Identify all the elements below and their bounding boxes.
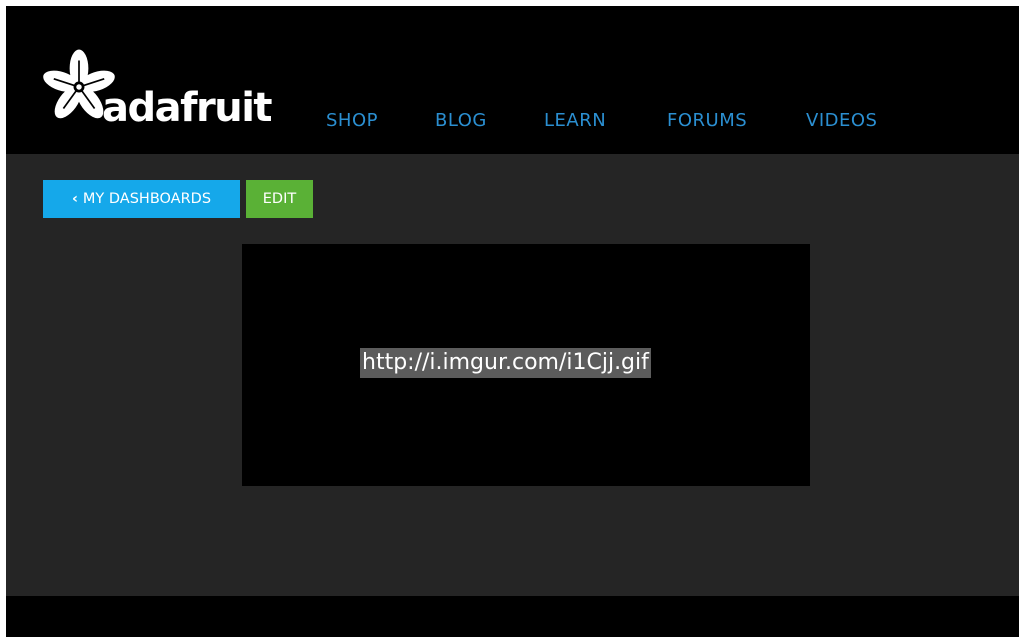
nav-blog[interactable]: BLOG: [435, 109, 487, 133]
dashboard-text-block[interactable]: http://i.imgur.com/i1Cjj.gif: [242, 244, 810, 486]
site-header: adafruit SHOP BLOG LEARN FORUMS VIDEOS: [6, 6, 1019, 154]
brand-wordmark: adafruit: [102, 85, 273, 131]
block-text: http://i.imgur.com/i1Cjj.gif: [360, 348, 651, 378]
chevron-left-icon: ‹: [71, 191, 78, 207]
nav-videos[interactable]: VIDEOS: [806, 109, 877, 133]
nav-shop[interactable]: SHOP: [326, 109, 378, 133]
edit-button[interactable]: EDIT: [246, 180, 313, 218]
adafruit-logo[interactable]: adafruit: [40, 48, 280, 138]
my-dashboards-button[interactable]: ‹ MY DASHBOARDS: [43, 180, 240, 218]
edit-label: EDIT: [262, 191, 297, 207]
page-footer: [6, 596, 1019, 637]
nav-forums[interactable]: FORUMS: [667, 109, 747, 133]
dashboard-content: ‹ MY DASHBOARDS EDIT http://i.imgur.com/i…: [6, 154, 1019, 596]
app-frame: adafruit SHOP BLOG LEARN FORUMS VIDEOS ‹…: [6, 6, 1019, 637]
my-dashboards-label: MY DASHBOARDS: [82, 191, 212, 207]
nav-learn[interactable]: LEARN: [544, 109, 606, 133]
